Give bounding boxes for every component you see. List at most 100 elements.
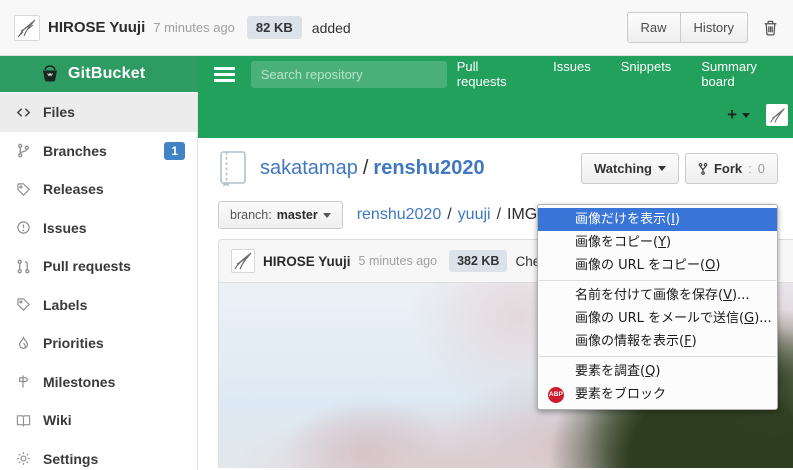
- commit-user-name[interactable]: HIROSE Yuuji: [263, 254, 351, 269]
- menu-item-text: 画像の URL をコピー(: [575, 258, 705, 273]
- sidebar-item-milestones[interactable]: Milestones: [0, 363, 197, 402]
- fork-button[interactable]: Fork: 0: [685, 153, 778, 184]
- watching-label: Watching: [594, 161, 652, 176]
- breadcrumb-repo-link[interactable]: renshu2020: [357, 206, 442, 223]
- menu-access-key: Q: [645, 364, 655, 379]
- app-name: GitBucket: [68, 65, 145, 83]
- menu-item-text: 画像をコピー(: [575, 235, 658, 250]
- menu-item-email-image-url[interactable]: 画像の URL をメールで送信(G)...: [538, 307, 777, 330]
- sidebar-item-label: Settings: [43, 451, 185, 467]
- tag-icon: [15, 182, 32, 197]
- fork-icon: [698, 162, 708, 176]
- sidebar-item-releases[interactable]: Releases: [0, 170, 197, 209]
- sidebar-item-label: Pull requests: [43, 258, 185, 274]
- bird-sketch-avatar-icon: [232, 250, 254, 272]
- fork-count: 0: [758, 161, 765, 176]
- branch-name: master: [277, 208, 318, 222]
- menu-item-text: ): [666, 235, 671, 250]
- nav-issues[interactable]: Issues: [553, 59, 591, 89]
- sidebar-item-priorities[interactable]: Priorities: [0, 324, 197, 363]
- delete-file-button[interactable]: [762, 19, 779, 37]
- menu-item-text: 画像の情報を表示(: [575, 334, 684, 349]
- sidebar-item-settings[interactable]: Settings: [0, 440, 197, 470]
- bucket-logo-icon: [40, 64, 60, 84]
- menu-access-key: Y: [658, 235, 666, 250]
- sidebar-item-label: Wiki: [43, 412, 185, 428]
- git-branch-icon: [15, 143, 32, 158]
- trash-icon: [762, 19, 779, 37]
- file-header-bar: HIROSE Yuuji 7 minutes ago 82 KB added R…: [0, 0, 793, 56]
- sidebar-item-label: Issues: [43, 220, 185, 236]
- repo-title: sakatamap/renshu2020: [260, 157, 485, 180]
- menu-item-text: 要素を調査(: [575, 364, 645, 379]
- menu-item-block-element[interactable]: ABP 要素をブロック: [538, 383, 777, 406]
- repo-sidebar: Files Branches 1 Releases: [0, 92, 198, 470]
- chevron-down-icon: [742, 113, 750, 118]
- menu-access-key: G: [744, 311, 754, 326]
- menu-separator: [539, 280, 776, 281]
- sidebar-item-label: Files: [43, 104, 185, 120]
- commit-user-avatar[interactable]: [231, 249, 255, 273]
- sidebar-item-labels[interactable]: Labels: [0, 286, 197, 325]
- sidebar-item-label: Releases: [43, 181, 185, 197]
- sidebar-item-label: Priorities: [43, 335, 185, 351]
- repo-icon: [218, 150, 248, 187]
- chevron-down-icon: [658, 166, 666, 171]
- menu-item-copy-image-url[interactable]: 画像の URL をコピー(O): [538, 254, 777, 277]
- watching-dropdown-button[interactable]: Watching: [581, 153, 679, 184]
- fork-separator: :: [748, 161, 752, 176]
- tag-icon: [15, 297, 32, 312]
- account-avatar[interactable]: [766, 104, 788, 126]
- menu-item-view-image-info[interactable]: 画像の情報を表示(F): [538, 330, 777, 353]
- menu-item-text: ): [692, 334, 697, 349]
- commit-time: 7 minutes ago: [153, 20, 235, 35]
- menu-access-key: F: [684, 334, 691, 349]
- bird-sketch-avatar-icon: [768, 106, 787, 125]
- menu-item-text: )...: [732, 288, 749, 303]
- top-nav: Pull requests Issues Snippets Summary bo…: [457, 59, 783, 89]
- breadcrumb-dir-link[interactable]: yuuji: [458, 206, 491, 223]
- sidebar-item-files[interactable]: Files: [0, 93, 197, 132]
- app-header: GitBucket Pull requests Issues Snippets …: [0, 56, 793, 92]
- menu-item-copy-image[interactable]: 画像をコピー(Y): [538, 231, 777, 254]
- create-new-dropdown[interactable]: +: [727, 105, 750, 125]
- sidebar-item-issues[interactable]: Issues: [0, 209, 197, 248]
- menu-item-text: 画像だけを表示(: [575, 212, 671, 227]
- fork-label: Fork: [714, 161, 742, 176]
- user-avatar[interactable]: [14, 15, 40, 41]
- chevron-down-icon: [323, 213, 331, 218]
- repo-owner-link[interactable]: sakatamap: [260, 157, 358, 179]
- gear-icon: [15, 451, 32, 466]
- search-input[interactable]: [251, 61, 447, 88]
- menu-item-text: 名前を付けて画像を保存(: [575, 288, 723, 303]
- nav-snippets[interactable]: Snippets: [621, 59, 672, 89]
- repo-name-link[interactable]: renshu2020: [373, 157, 484, 179]
- adblock-plus-icon: ABP: [548, 387, 564, 403]
- hamburger-icon[interactable]: [214, 67, 235, 82]
- nav-summary-board[interactable]: Summary board: [701, 59, 783, 89]
- menu-item-text: 要素をブロック: [575, 387, 666, 402]
- git-pull-request-icon: [15, 259, 32, 274]
- sidebar-item-wiki[interactable]: Wiki: [0, 401, 197, 440]
- menu-item-view-image[interactable]: 画像だけを表示(I): [538, 208, 777, 231]
- menu-item-inspect-element[interactable]: 要素を調査(Q): [538, 360, 777, 383]
- breadcrumb-separator: /: [497, 206, 501, 223]
- menu-item-text: )...: [754, 311, 771, 326]
- raw-button[interactable]: Raw: [627, 12, 681, 43]
- gitbucket-window: HIROSE Yuuji 7 minutes ago 82 KB added R…: [0, 0, 793, 470]
- sidebar-item-label: Milestones: [43, 374, 185, 390]
- history-button[interactable]: History: [681, 12, 748, 43]
- committer-name[interactable]: HIROSE Yuuji: [48, 19, 145, 36]
- app-nav-bar: Pull requests Issues Snippets Summary bo…: [198, 56, 793, 92]
- commit-time: 5 minutes ago: [359, 254, 438, 268]
- branch-selector-button[interactable]: branch: master: [218, 201, 343, 229]
- code-icon: [15, 105, 32, 120]
- sidebar-item-pull-requests[interactable]: Pull requests: [0, 247, 197, 286]
- app-logo[interactable]: GitBucket: [0, 56, 198, 92]
- menu-access-key: O: [705, 258, 715, 273]
- nav-pull-requests[interactable]: Pull requests: [457, 59, 523, 89]
- menu-item-save-image-as[interactable]: 名前を付けて画像を保存(V)...: [538, 284, 777, 307]
- issue-opened-icon: [15, 220, 32, 235]
- sidebar-item-branches[interactable]: Branches 1: [0, 132, 197, 171]
- flame-icon: [15, 336, 32, 351]
